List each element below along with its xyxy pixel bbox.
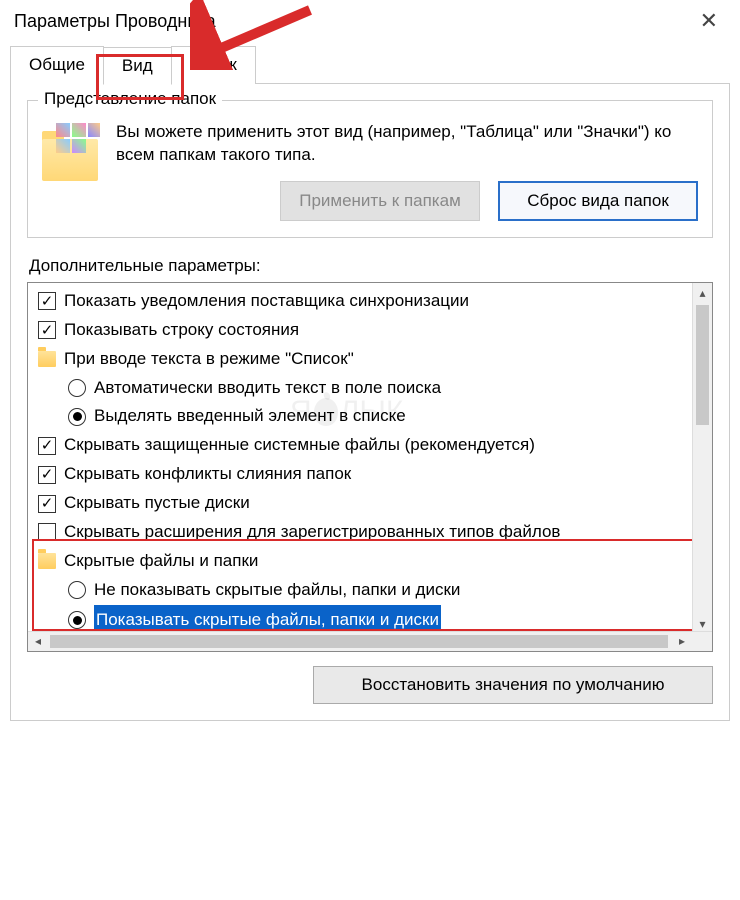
tab-view[interactable]: Вид bbox=[103, 47, 172, 85]
folder-views-text: Вы можете применить этот вид (например, … bbox=[116, 121, 698, 167]
apply-to-folders-button: Применить к папкам bbox=[280, 181, 480, 221]
item-label: Показать уведомления поставщика синхрони… bbox=[64, 287, 469, 316]
restore-defaults-button[interactable]: Восстановить значения по умолчанию bbox=[313, 666, 713, 704]
item-label: При вводе текста в режиме "Список" bbox=[64, 345, 354, 374]
reset-folders-button[interactable]: Сброс вида папок bbox=[498, 181, 698, 221]
list-item: При вводе текста в режиме "Список" bbox=[28, 345, 712, 374]
item-label: Скрывать конфликты слияния папок bbox=[64, 460, 351, 489]
folder-small-icon bbox=[38, 351, 56, 367]
item-label: Скрывать расширения для зарегистрированн… bbox=[64, 518, 560, 547]
item-label: Автоматически вводить текст в поле поиск… bbox=[94, 374, 441, 403]
folder-views-legend: Представление папок bbox=[38, 89, 222, 109]
checkbox-icon[interactable] bbox=[38, 437, 56, 455]
item-label: Показывать строку состояния bbox=[64, 316, 299, 345]
item-label: Не показывать скрытые файлы, папки и дис… bbox=[94, 576, 460, 605]
radio-icon[interactable] bbox=[68, 379, 86, 397]
list-item: Скрытые файлы и папки bbox=[28, 547, 712, 576]
tab-panel-view: Представление папок Вы можете применить … bbox=[10, 83, 730, 721]
vertical-scrollbar[interactable]: ▴ ▾ bbox=[692, 283, 712, 634]
scroll-up-icon[interactable]: ▴ bbox=[693, 283, 712, 303]
horizontal-scrollbar[interactable]: ◂ ▸ bbox=[28, 631, 712, 651]
close-icon[interactable]: ✕ bbox=[692, 8, 726, 34]
list-item[interactable]: Не показывать скрытые файлы, папки и дис… bbox=[28, 576, 712, 605]
radio-icon[interactable] bbox=[68, 611, 86, 629]
list-item[interactable]: Скрывать конфликты слияния папок bbox=[28, 460, 712, 489]
list-item[interactable]: Показывать строку состояния bbox=[28, 316, 712, 345]
folder-small-icon bbox=[38, 553, 56, 569]
checkbox-icon[interactable] bbox=[38, 321, 56, 339]
list-item[interactable]: Показать уведомления поставщика синхрони… bbox=[28, 287, 712, 316]
list-item[interactable]: Скрывать расширения для зарегистрированн… bbox=[28, 518, 712, 547]
checkbox-icon[interactable] bbox=[38, 495, 56, 513]
scroll-right-icon[interactable]: ▸ bbox=[672, 632, 692, 651]
radio-icon[interactable] bbox=[68, 581, 86, 599]
list-item[interactable]: Скрывать пустые диски bbox=[28, 489, 712, 518]
item-label: Скрывать пустые диски bbox=[64, 489, 250, 518]
tab-general[interactable]: Общие bbox=[10, 46, 104, 84]
scroll-left-icon[interactable]: ◂ bbox=[28, 632, 48, 651]
scroll-thumb[interactable] bbox=[50, 635, 668, 648]
radio-icon[interactable] bbox=[68, 408, 86, 426]
list-item[interactable]: Автоматически вводить текст в поле поиск… bbox=[28, 374, 712, 403]
advanced-settings-list[interactable]: Показать уведомления поставщика синхрони… bbox=[27, 282, 713, 652]
checkbox-icon[interactable] bbox=[38, 466, 56, 484]
advanced-label: Дополнительные параметры: bbox=[29, 256, 713, 276]
window-title: Параметры Проводника bbox=[14, 11, 216, 32]
scroll-thumb[interactable] bbox=[696, 305, 709, 425]
item-label: Выделять введенный элемент в списке bbox=[94, 402, 406, 431]
item-label: Скрывать защищенные системные файлы (рек… bbox=[64, 431, 535, 460]
list-item[interactable]: Скрывать защищенные системные файлы (рек… bbox=[28, 431, 712, 460]
item-label: Скрытые файлы и папки bbox=[64, 547, 258, 576]
folder-views-group: Представление папок Вы можете применить … bbox=[27, 100, 713, 238]
list-item[interactable]: Выделять введенный элемент в списке bbox=[28, 402, 712, 431]
folder-icon bbox=[42, 121, 102, 181]
tab-search[interactable]: Поиск bbox=[171, 46, 256, 84]
checkbox-icon[interactable] bbox=[38, 292, 56, 310]
checkbox-icon[interactable] bbox=[38, 523, 56, 541]
